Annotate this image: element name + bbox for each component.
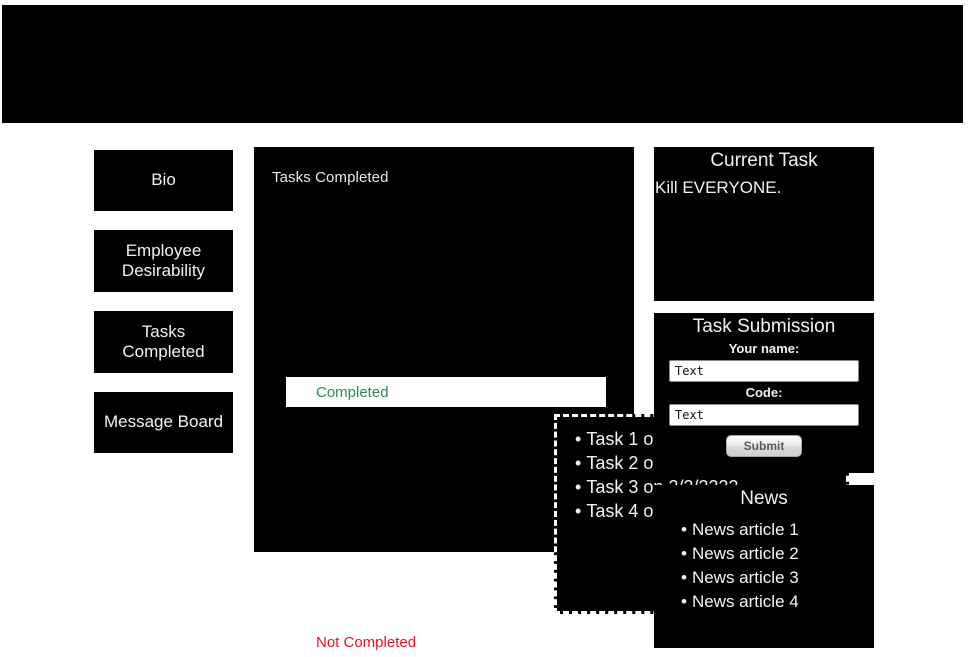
not-completed-section-header[interactable]: Not Completed (286, 627, 606, 657)
list-item[interactable]: • News article 1 (681, 518, 874, 542)
code-field[interactable] (669, 404, 859, 426)
sidebar-item-message-board-label: Message Board (103, 412, 224, 432)
task-submission-panel: Task Submission Your name: Code: Submit (654, 313, 874, 473)
news-list: • News article 1 • News article 2 • News ar… (654, 510, 874, 614)
current-task-title: Current Task (710, 150, 818, 171)
bullet-icon: • (681, 520, 687, 539)
sidebar-item-employee-desirability[interactable]: Employee Desirability (94, 230, 233, 292)
bullet-icon: • (681, 568, 687, 587)
bullet-icon: • (575, 429, 582, 449)
bullet-icon: • (575, 453, 582, 473)
name-field-label: Your name: (728, 341, 800, 356)
bullet-icon: • (681, 592, 687, 611)
name-field[interactable] (669, 360, 859, 382)
completed-section-header[interactable]: Completed (286, 377, 606, 407)
sidebar-item-employee-desirability-label: Employee Desirability (121, 240, 206, 280)
sidebar-item-message-board[interactable]: Message Board (94, 392, 233, 453)
bullet-icon: • (575, 477, 582, 497)
news-title: News (740, 488, 788, 509)
bullet-icon: • (681, 544, 687, 563)
sidebar-item-tasks-completed[interactable]: Tasks Completed (94, 311, 233, 373)
tasks-completed-panel: Tasks Completed Completed •Task 1 on 2/2… (254, 147, 849, 657)
list-item[interactable]: • News article 2 (681, 542, 874, 566)
list-item[interactable]: • News article 3 (681, 566, 874, 590)
current-task-panel: Current Task Kill EVERYONE. (654, 147, 874, 301)
sidebar-item-bio-label: Bio (151, 170, 176, 190)
list-item[interactable]: • News article 4 (681, 590, 874, 614)
page-title: Tasks Completed (272, 169, 389, 186)
code-field-label: Code: (745, 385, 783, 400)
bullet-icon: • (575, 501, 582, 521)
submit-button[interactable]: Submit (726, 435, 802, 457)
top-banner (2, 5, 963, 123)
task-submission-title: Task Submission (692, 316, 836, 337)
sidebar-item-bio[interactable]: Bio (94, 150, 233, 211)
current-task-text: Kill EVERYONE. (655, 178, 782, 197)
sidebar-item-tasks-completed-label: Tasks Completed (122, 321, 205, 361)
completed-label: Completed (316, 383, 389, 401)
news-panel: News • News article 1 • News article 2 • Ne… (654, 485, 874, 648)
sidebar-nav: Bio Employee Desirability Tasks Complete… (94, 150, 233, 472)
